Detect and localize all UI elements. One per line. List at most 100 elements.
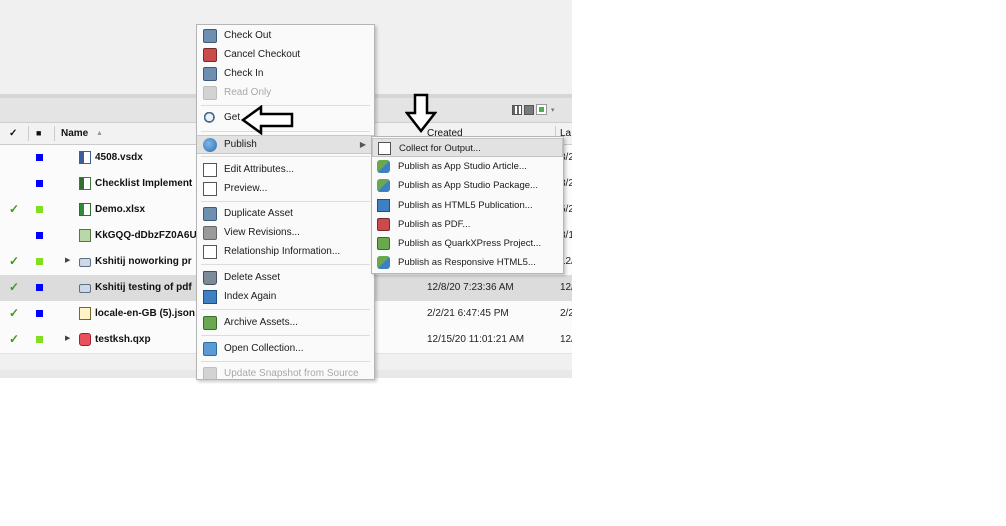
checked-out-check-icon: ✓ [9, 202, 20, 216]
list-view-icon[interactable] [512, 104, 522, 115]
sort-ascending-icon: ▲ [96, 130, 103, 137]
checked-out-check-icon: ✓ [9, 280, 20, 294]
menu-item-update-snapshot-from-source: Update Snapshot from Source [197, 365, 374, 379]
menu-item-label: Update Snapshot from Source [224, 368, 359, 379]
submenu-item-label: Publish as App Studio Article... [398, 161, 527, 173]
submenu-item-publish-as-responsive-html5[interactable]: Publish as Responsive HTML5... [372, 253, 563, 272]
pdf-icon [377, 217, 390, 231]
asset-name: testksh.qxp [95, 334, 151, 345]
get-icon [203, 111, 217, 125]
menu-item-index-again[interactable]: Index Again [197, 288, 374, 307]
submenu-item-publish-as-html5-publication[interactable]: Publish as HTML5 Publication... [372, 196, 563, 215]
html5-publication-icon [377, 198, 390, 212]
menu-item-check-out[interactable]: Check Out [197, 27, 374, 46]
arrow-left-icon [241, 105, 294, 135]
asset-name: 4508.vsdx [95, 152, 143, 163]
app-studio-article-icon [377, 160, 390, 174]
menu-item-preview[interactable]: Preview... [197, 180, 374, 199]
header-check-column[interactable]: ✓ [9, 123, 17, 144]
menu-item-view-revisions[interactable]: View Revisions... [197, 224, 374, 243]
submenu-item-publish-as-quarkxpress-project[interactable]: Publish as QuarkXPress Project... [372, 234, 563, 253]
menu-separator [201, 309, 370, 310]
submenu-item-label: Publish as Responsive HTML5... [398, 257, 536, 269]
menu-item-label: Delete Asset [224, 272, 281, 283]
status-square-icon [36, 310, 43, 317]
asset-last-modified: 2/2 [560, 308, 572, 319]
asset-last-modified: 12/ [560, 334, 572, 345]
status-square-icon [36, 180, 43, 187]
asset-name: KkGQQ-dDbzFZ0A6U [95, 230, 197, 241]
menu-item-delete-asset[interactable]: Delete Asset [197, 269, 374, 288]
header-flag-column[interactable]: ■ [36, 123, 41, 144]
status-square-icon [36, 154, 43, 161]
expand-chevron-icon[interactable]: ▶ [65, 256, 70, 264]
menu-item-cancel-checkout[interactable]: Cancel Checkout [197, 46, 374, 65]
submenu-item-label: Collect for Output... [399, 143, 481, 154]
menu-item-duplicate-asset[interactable]: Duplicate Asset [197, 205, 374, 224]
menu-item-label: Get [224, 112, 241, 123]
submenu-item-label: Publish as App Studio Package... [398, 180, 538, 192]
menu-item-label: Edit Attributes... [224, 164, 295, 175]
submenu-item-publish-as-pdf[interactable]: Publish as PDF... [372, 215, 563, 234]
status-square-icon [36, 232, 43, 239]
expand-chevron-icon[interactable]: ▶ [65, 334, 70, 342]
menu-item-edit-attributes[interactable]: Edit Attributes... [197, 161, 374, 180]
view-dropdown-icon[interactable]: ▾ [551, 106, 555, 114]
project-file-icon [79, 284, 91, 293]
menu-item-label: Index Again [224, 291, 277, 302]
asset-name: Checklist Implement [95, 178, 193, 189]
menu-item-check-in[interactable]: Check In [197, 65, 374, 84]
edit-attributes-icon [203, 163, 217, 177]
asset-last-modified: 12/ [560, 282, 572, 293]
menu-item-publish[interactable]: Publish ▶ [197, 135, 374, 154]
checked-out-check-icon: ✓ [9, 306, 20, 320]
menu-item-read-only: Read Only [197, 84, 374, 103]
view-mode-switcher: ▾ [512, 104, 555, 115]
preview-icon [203, 182, 217, 196]
app-studio-package-icon [377, 179, 390, 193]
relationship-icon [203, 245, 217, 259]
asset-created-date: 12/8/20 7:23:36 AM [427, 282, 514, 293]
menu-item-archive-assets[interactable]: Archive Assets... [197, 314, 374, 333]
checked-out-check-icon: ✓ [9, 254, 20, 268]
index-icon [203, 290, 217, 304]
excel-file-icon [79, 203, 91, 216]
asset-created-date: 2/2/21 6:47:45 PM [427, 308, 509, 319]
arrow-down-icon [405, 93, 437, 133]
menu-item-relationship-information[interactable]: Relationship Information... [197, 243, 374, 262]
asset-name: Kshitij testing of pdf [95, 282, 192, 293]
asset-created-date: 12/15/20 11:01:21 AM [427, 334, 525, 345]
submenu-item-publish-as-app-studio-article[interactable]: Publish as App Studio Article... [372, 157, 563, 176]
quarkxpress-icon [377, 237, 390, 250]
json-file-icon [79, 307, 91, 320]
status-square-icon [36, 336, 43, 343]
document-file-icon [79, 177, 91, 190]
menu-item-label: Check Out [224, 30, 272, 41]
submenu-item-collect-for-output[interactable]: Collect for Output... [372, 138, 563, 157]
submenu-item-publish-as-app-studio-package[interactable]: Publish as App Studio Package... [372, 176, 563, 195]
menu-item-label: Open Collection... [224, 343, 304, 354]
revisions-icon [203, 226, 217, 240]
project-file-icon [79, 258, 91, 267]
menu-separator [201, 335, 370, 336]
menu-separator [201, 361, 370, 362]
menu-separator [201, 264, 370, 265]
menu-item-open-collection[interactable]: Open Collection... [197, 340, 374, 359]
submenu-item-label: Publish as QuarkXPress Project... [398, 238, 542, 249]
menu-separator [201, 201, 370, 202]
header-name-column[interactable]: Name [61, 123, 88, 144]
read-only-icon [203, 86, 217, 100]
cancel-checkout-icon [203, 48, 217, 62]
submenu-item-label: Publish as HTML5 Publication... [398, 199, 533, 211]
grid-view-icon[interactable] [524, 104, 534, 115]
status-square-icon [36, 284, 43, 291]
image-file-icon [79, 229, 91, 242]
status-square-icon [36, 206, 43, 213]
trash-icon [203, 271, 217, 285]
submenu-item-label: Publish as PDF... [398, 218, 471, 230]
check-in-icon [203, 67, 217, 81]
menu-item-label: Preview... [224, 183, 268, 194]
menu-item-label: Publish [224, 139, 257, 150]
thumbnail-view-icon[interactable] [536, 104, 547, 115]
menu-item-label: Check In [224, 68, 264, 79]
